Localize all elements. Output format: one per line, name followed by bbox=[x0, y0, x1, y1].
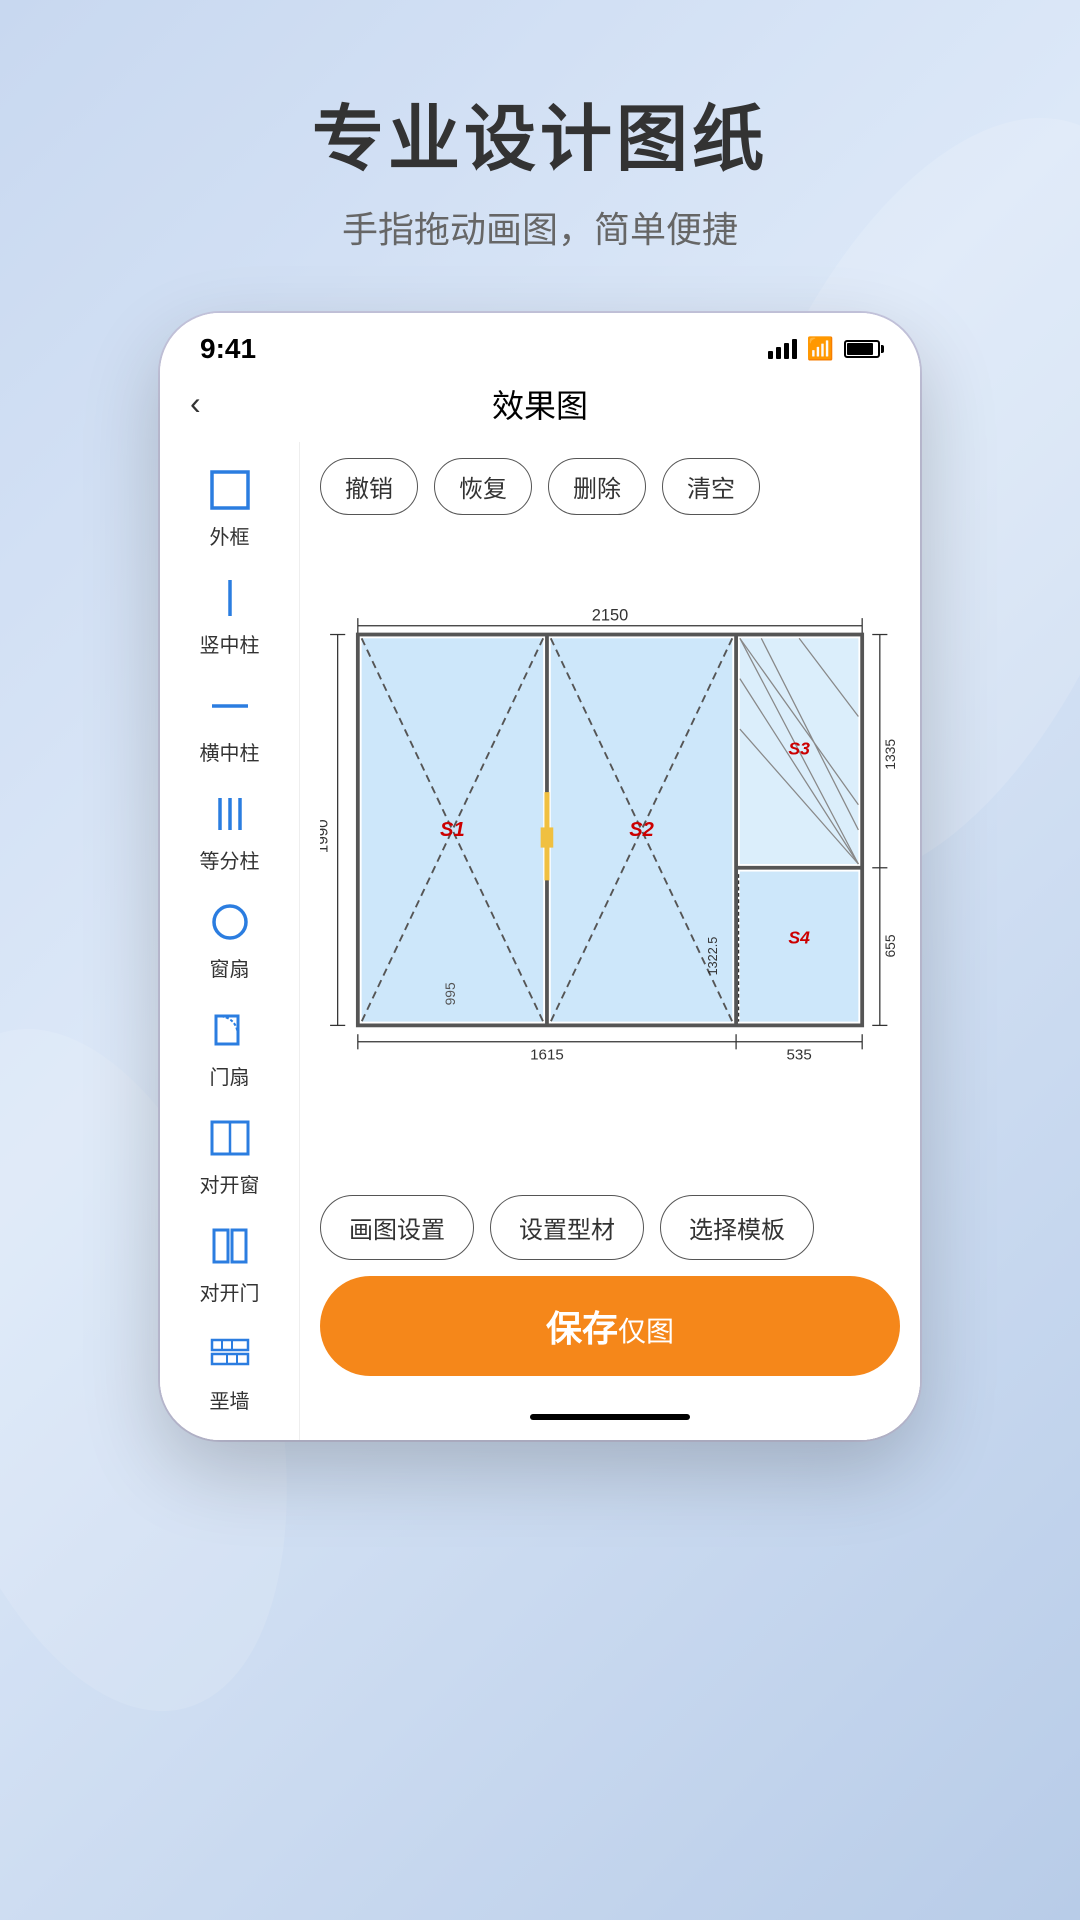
bottom-section: 画图设置 设置型材 选择模板 保存仅图 bbox=[300, 1179, 920, 1402]
app-content: 外框 竖中柱 横中柱 bbox=[160, 442, 920, 1440]
sidebar-item-wall[interactable]: 垩墙 bbox=[160, 1322, 299, 1424]
sidebar-item-equal-pillar[interactable]: 等分柱 bbox=[160, 782, 299, 884]
page-subtitle: 手指拖动画图，简单便捷 bbox=[312, 201, 768, 253]
clear-button[interactable]: 清空 bbox=[662, 458, 760, 515]
window-fan-label: 窗扇 bbox=[210, 953, 250, 982]
dim-right-bottom-height: 655 bbox=[882, 934, 898, 957]
page-title: 专业设计图纸 bbox=[312, 80, 768, 185]
double-door-icon bbox=[208, 1224, 252, 1273]
dim-total-height: 1990 bbox=[320, 819, 332, 853]
dim-right-top-height: 1335 bbox=[882, 738, 898, 769]
home-bar bbox=[530, 1414, 690, 1420]
undo-button[interactable]: 撤销 bbox=[320, 458, 418, 515]
sidebar: 外框 竖中柱 横中柱 bbox=[160, 442, 300, 1440]
save-sub-label: 仅图 bbox=[618, 1316, 674, 1347]
equal-pillar-label: 等分柱 bbox=[200, 845, 260, 874]
horizontal-pillar-label: 横中柱 bbox=[200, 737, 260, 766]
dim-right-width: 535 bbox=[787, 1046, 812, 1063]
material-button[interactable]: 设置型材 bbox=[490, 1195, 644, 1260]
battery-icon bbox=[844, 340, 880, 358]
nav-bar: ‹ 效果图 bbox=[160, 375, 920, 442]
vertical-pillar-icon bbox=[208, 576, 252, 625]
vertical-pillar-label: 竖中柱 bbox=[200, 629, 260, 658]
label-s3b: S4 bbox=[788, 927, 810, 947]
save-label: 保存 bbox=[546, 1308, 618, 1349]
status-time: 9:41 bbox=[200, 333, 256, 365]
wifi-icon: 📶 bbox=[807, 336, 834, 362]
sidebar-item-double-window[interactable]: 对开窗 bbox=[160, 1106, 299, 1208]
wall-icon bbox=[208, 1332, 252, 1381]
equal-pillar-icon bbox=[208, 792, 252, 841]
phone-frame: 9:41 📶 ‹ 效果图 bbox=[160, 313, 920, 1440]
window-fan-icon bbox=[208, 900, 252, 949]
outer-frame-label: 外框 bbox=[210, 521, 250, 550]
sidebar-item-vertical-pillar[interactable]: 竖中柱 bbox=[160, 566, 299, 668]
label-s3: S3 bbox=[788, 738, 810, 758]
nav-title: 效果图 bbox=[492, 381, 588, 427]
back-button[interactable]: ‹ bbox=[190, 385, 201, 422]
dim-left-width: 1615 bbox=[530, 1046, 564, 1063]
door-fan-icon bbox=[208, 1008, 252, 1057]
drawing-canvas[interactable]: 2150 bbox=[300, 531, 920, 1179]
label-s2: S2 bbox=[629, 819, 654, 841]
sidebar-item-outer-frame[interactable]: 外框 bbox=[160, 458, 299, 560]
redo-button[interactable]: 恢复 bbox=[434, 458, 532, 515]
double-door-label: 对开门 bbox=[200, 1277, 260, 1306]
canvas-area: 撤销 恢复 删除 清空 2150 bbox=[300, 442, 920, 1440]
save-button[interactable]: 保存仅图 bbox=[320, 1276, 900, 1376]
sidebar-item-double-door[interactable]: 对开门 bbox=[160, 1214, 299, 1316]
outer-frame-icon bbox=[208, 468, 252, 517]
settings-button[interactable]: 画图设置 bbox=[320, 1195, 474, 1260]
window-diagram: 2150 bbox=[320, 603, 900, 1107]
door-fan-label: 门扇 bbox=[210, 1061, 250, 1090]
double-window-label: 对开窗 bbox=[200, 1169, 260, 1198]
dim-total-width: 2150 bbox=[592, 606, 628, 624]
sidebar-item-door-fan[interactable]: 门扇 bbox=[160, 998, 299, 1100]
toolbar: 撤销 恢复 删除 清空 bbox=[300, 442, 920, 531]
home-indicator bbox=[300, 1402, 920, 1440]
status-bar: 9:41 📶 bbox=[160, 313, 920, 375]
signal-icon bbox=[768, 339, 797, 359]
dim-inner-right: 1322.5 bbox=[706, 937, 720, 976]
status-icons: 📶 bbox=[768, 336, 880, 362]
dim-pane-width: 995 bbox=[442, 982, 458, 1005]
horizontal-pillar-icon bbox=[208, 684, 252, 733]
bottom-buttons: 画图设置 设置型材 选择模板 bbox=[320, 1195, 900, 1260]
label-s1: S1 bbox=[440, 819, 465, 841]
delete-button[interactable]: 删除 bbox=[548, 458, 646, 515]
wall-label: 垩墙 bbox=[210, 1385, 250, 1414]
sidebar-item-window-fan[interactable]: 窗扇 bbox=[160, 890, 299, 992]
template-button[interactable]: 选择模板 bbox=[660, 1195, 814, 1260]
double-window-icon bbox=[208, 1116, 252, 1165]
sidebar-item-horizontal-pillar[interactable]: 横中柱 bbox=[160, 674, 299, 776]
